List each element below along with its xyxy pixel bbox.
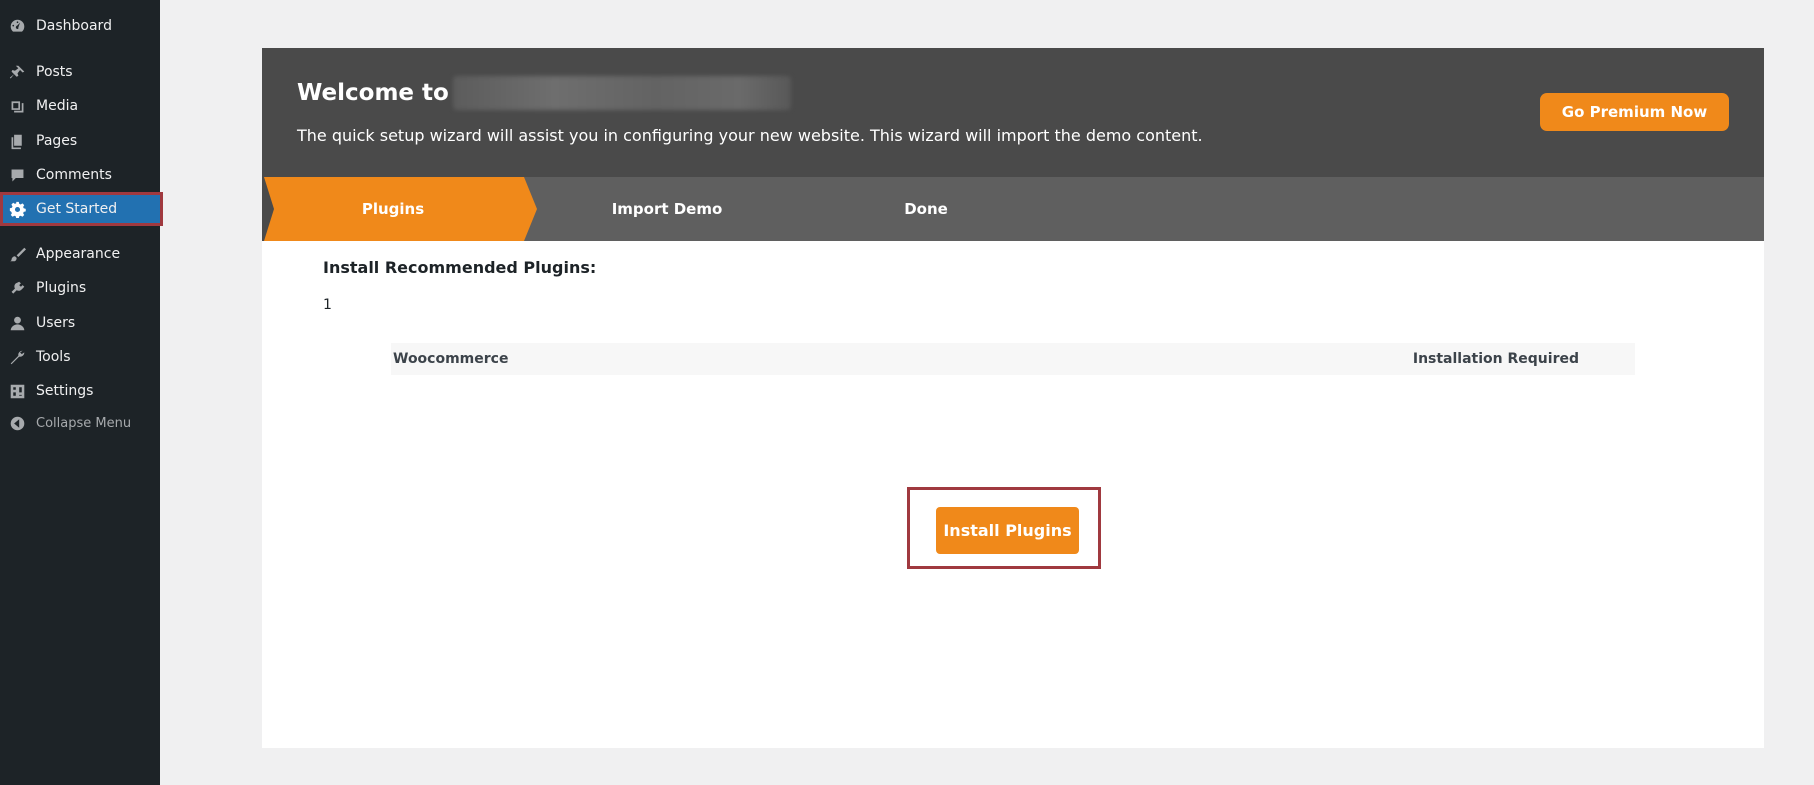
user-icon xyxy=(8,314,26,332)
comment-icon xyxy=(8,166,26,184)
welcome-title: Welcome to xyxy=(297,76,791,110)
pin-icon xyxy=(8,63,26,81)
sidebar-item-get-started[interactable]: Get Started xyxy=(0,192,163,226)
plug-icon xyxy=(8,279,26,297)
wizard-steps-bar: Plugins Import Demo Done xyxy=(262,177,1764,241)
welcome-title-text: Welcome to xyxy=(297,80,449,106)
sidebar-item-dashboard[interactable]: Dashboard xyxy=(0,9,160,43)
media-icon xyxy=(8,97,26,115)
dashboard-icon xyxy=(8,17,26,35)
sidebar-item-comments[interactable]: Comments xyxy=(0,158,160,192)
sidebar-item-users[interactable]: Users xyxy=(0,306,160,340)
sidebar-item-media[interactable]: Media xyxy=(0,89,160,123)
plugin-status: Installation Required xyxy=(1412,351,1579,367)
wrench-icon xyxy=(8,348,26,366)
table-row: Woocommerce Installation Required xyxy=(391,343,1635,375)
wizard-header: Welcome to The quick setup wizard will a… xyxy=(262,48,1764,177)
sidebar-item-label: Appearance xyxy=(36,246,121,262)
settings-icon xyxy=(8,382,26,400)
sidebar-item-posts[interactable]: Posts xyxy=(0,55,160,89)
step-plugins[interactable]: Plugins xyxy=(262,177,537,241)
redacted-site-name xyxy=(452,76,791,110)
sidebar-item-label: Media xyxy=(36,98,79,114)
collapse-menu-button[interactable]: Collapse Menu xyxy=(0,406,160,440)
sidebar-item-label: Comments xyxy=(36,167,112,183)
step-label-plugins: Plugins xyxy=(361,200,425,218)
sidebar-item-label: Plugins xyxy=(36,280,87,296)
sidebar-item-settings[interactable]: Settings xyxy=(0,374,160,408)
setup-wizard-panel: Welcome to The quick setup wizard will a… xyxy=(262,48,1764,748)
sidebar-item-pages[interactable]: Pages xyxy=(0,124,160,158)
step-import-demo[interactable]: Import Demo xyxy=(567,177,767,241)
sidebar-item-appearance[interactable]: Appearance xyxy=(0,237,160,271)
pages-icon xyxy=(8,132,26,150)
sidebar-item-label: Settings xyxy=(36,383,94,399)
plugin-name: Woocommerce xyxy=(393,351,509,367)
sidebar-item-label: Users xyxy=(36,315,76,331)
sidebar-item-tools[interactable]: Tools xyxy=(0,340,160,374)
plugin-count: 1 xyxy=(323,297,332,313)
go-premium-button[interactable]: Go Premium Now xyxy=(1540,93,1729,131)
sidebar-item-label: Posts xyxy=(36,64,73,80)
sidebar-item-label: Get Started xyxy=(36,201,118,217)
collapse-menu-label: Collapse Menu xyxy=(36,415,132,431)
section-title: Install Recommended Plugins: xyxy=(323,258,597,277)
sidebar-item-label: Pages xyxy=(36,133,78,149)
install-plugins-button[interactable]: Install Plugins xyxy=(936,507,1079,554)
sidebar-item-label: Dashboard xyxy=(36,18,112,34)
step-done[interactable]: Done xyxy=(826,177,1026,241)
brush-icon xyxy=(8,245,26,263)
sidebar-item-plugins[interactable]: Plugins xyxy=(0,271,160,305)
gear-icon xyxy=(8,200,26,218)
admin-sidebar: Dashboard Posts Media Pages Comments Get… xyxy=(0,0,163,785)
welcome-description: The quick setup wizard will assist you i… xyxy=(297,126,1203,145)
sidebar-item-label: Tools xyxy=(36,349,71,365)
collapse-icon xyxy=(8,414,26,432)
